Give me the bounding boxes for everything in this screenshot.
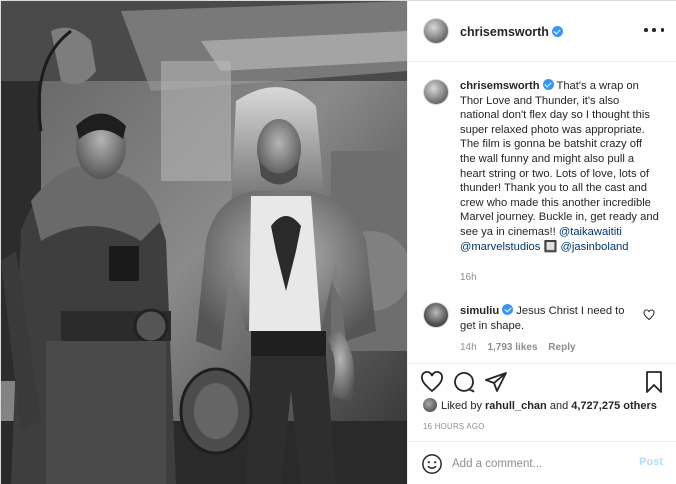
commenter-username[interactable]: simuliu — [460, 305, 499, 317]
post-header: chrisemsworth — [408, 1, 676, 62]
reply-button[interactable]: Reply — [548, 342, 575, 353]
like-heart-icon[interactable] — [420, 370, 444, 394]
post-timestamp[interactable]: 16 HOURS AGO — [423, 422, 485, 431]
mention-link[interactable]: @taikawaititi — [559, 226, 622, 238]
emoji-smiley-icon[interactable] — [421, 453, 443, 475]
comment-meta: 14h 1,793 likes Reply — [460, 342, 584, 353]
more-options-button[interactable] — [644, 23, 664, 37]
author-username-text[interactable]: chrisemsworth — [460, 25, 549, 39]
action-bar — [408, 363, 676, 399]
caption-timestamp[interactable]: 16h — [460, 272, 477, 283]
more-dot-icon — [644, 28, 648, 32]
more-dot-icon — [652, 28, 656, 32]
liked-by-summary: Liked by rahull_chan and 4,727,275 other… — [423, 398, 657, 412]
comment-bubble-icon[interactable] — [452, 370, 476, 394]
likes-count[interactable]: 4,727,275 others — [571, 400, 657, 412]
share-paper-plane-icon[interactable] — [484, 370, 508, 394]
author-username[interactable]: chrisemsworth — [460, 25, 563, 39]
caption-text: chrisemsworth That's a wrap on Thor Love… — [460, 79, 660, 254]
comment-text: simuliu Jesus Christ I need to get in sh… — [460, 304, 628, 333]
comments-section[interactable]: chrisemsworth That's a wrap on Thor Love… — [408, 63, 676, 363]
post-photo[interactable] — [1, 1, 407, 484]
author-avatar[interactable] — [423, 18, 449, 44]
comment-time[interactable]: 14h — [460, 342, 477, 353]
liked-by-middle: and — [546, 400, 572, 412]
add-comment-bar: Post — [408, 441, 676, 484]
caption-avatar[interactable] — [423, 79, 449, 105]
caption-username[interactable]: chrisemsworth — [460, 80, 540, 92]
mention-link[interactable]: @marvelstudios — [460, 241, 540, 253]
post-side-panel: chrisemsworth chrisemsworth That's a wra… — [407, 1, 676, 484]
verified-badge-icon — [542, 79, 554, 90]
instagram-post-modal: chrisemsworth chrisemsworth That's a wra… — [0, 0, 676, 484]
post-photo-illustration — [1, 1, 407, 484]
more-dot-icon — [660, 28, 664, 32]
add-comment-input[interactable] — [452, 454, 622, 474]
post-comment-button[interactable]: Post — [639, 456, 663, 468]
liker-avatar[interactable] — [423, 398, 437, 412]
verified-badge-icon — [551, 26, 563, 37]
liker-username[interactable]: rahull_chan — [485, 400, 547, 412]
like-comment-heart-icon[interactable] — [643, 309, 655, 321]
commenter-avatar[interactable] — [423, 302, 449, 328]
comment-likes[interactable]: 1,793 likes — [487, 342, 537, 353]
mention-link[interactable]: @jasinboland — [561, 241, 629, 253]
caption-body: That's a wrap on Thor Love and Thunder, … — [460, 80, 659, 238]
save-bookmark-icon[interactable] — [642, 370, 666, 394]
liked-by-prefix: Liked by — [441, 400, 486, 412]
caption-emoji: 🔲 — [543, 240, 558, 253]
verified-badge-icon — [502, 304, 514, 315]
